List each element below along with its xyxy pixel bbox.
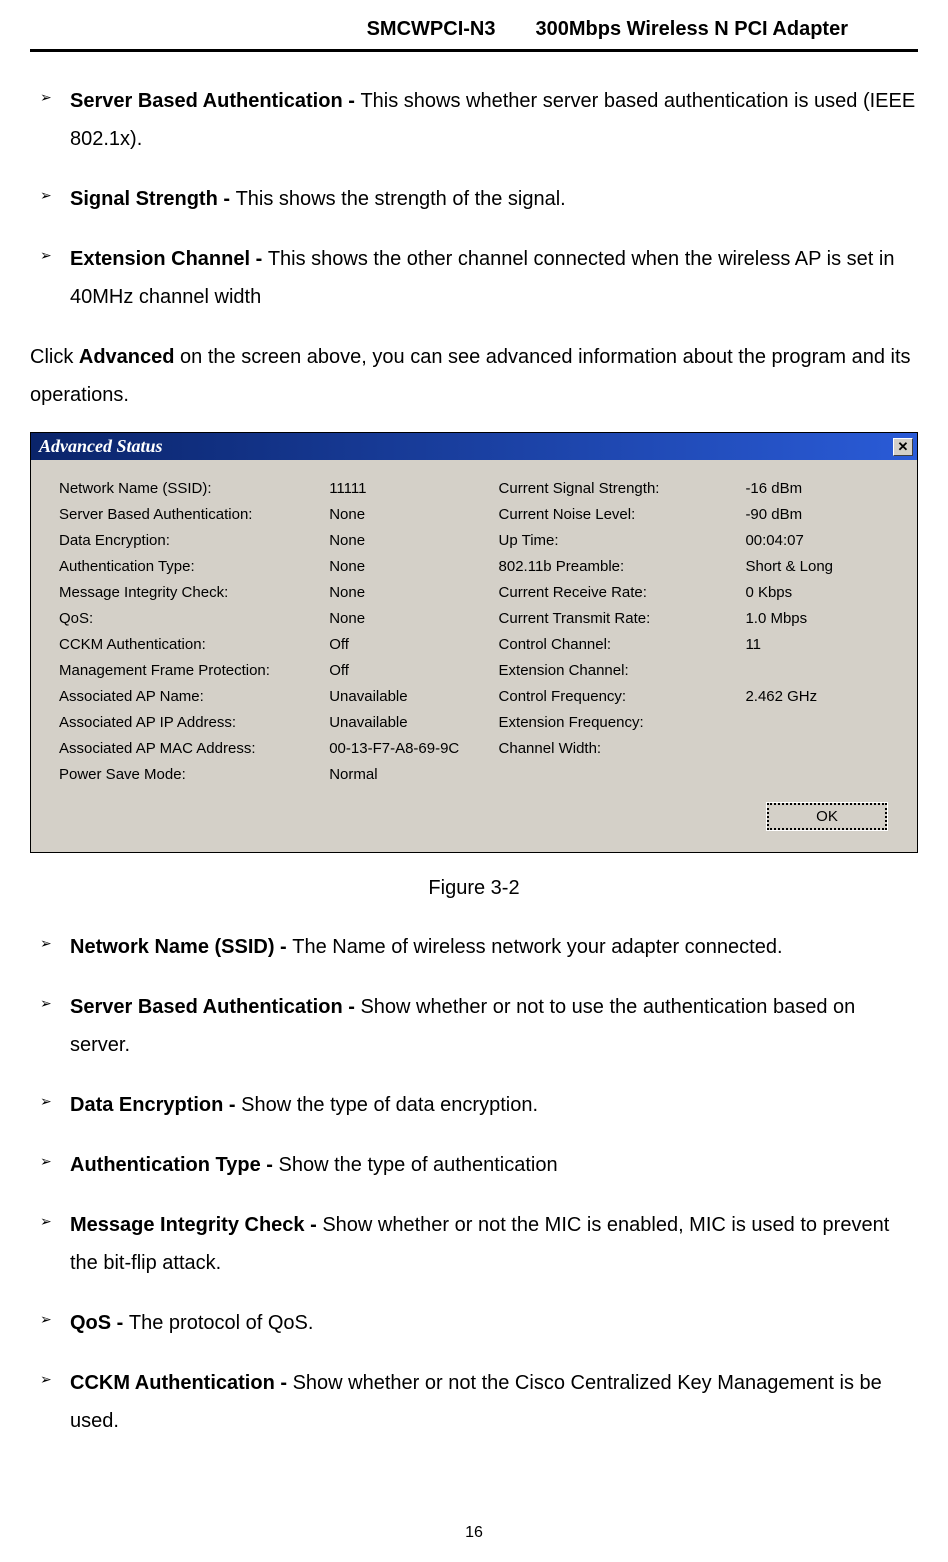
field-label: Server Based Authentication: bbox=[59, 506, 299, 523]
desc: This shows the strength of the signal. bbox=[236, 188, 566, 210]
term: Authentication Type - bbox=[70, 1154, 279, 1176]
field-label: Data Encryption: bbox=[59, 532, 299, 549]
field-value: Off bbox=[329, 662, 488, 679]
list-item: Signal Strength - This shows the strengt… bbox=[30, 180, 918, 218]
term: Extension Channel - bbox=[70, 248, 268, 270]
field-value: None bbox=[329, 610, 488, 627]
term: Server Based Authentication - bbox=[70, 996, 360, 1018]
field-value: 00-13-F7-A8-69-9C bbox=[329, 740, 488, 757]
field-label: Current Noise Level: bbox=[499, 506, 716, 523]
click-advanced-paragraph: Click Advanced on the screen above, you … bbox=[30, 338, 918, 414]
field-value: None bbox=[329, 558, 488, 575]
list-item: Server Based Authentication - Show wheth… bbox=[30, 988, 918, 1064]
page-header: SMCWPCI-N3 300Mbps Wireless N PCI Adapte… bbox=[30, 0, 918, 52]
term: Signal Strength - bbox=[70, 188, 236, 210]
field-label: Up Time: bbox=[499, 532, 716, 549]
field-value: -90 dBm bbox=[745, 506, 889, 523]
field-value: Unavailable bbox=[329, 688, 488, 705]
top-bullet-list: Server Based Authentication - This shows… bbox=[30, 82, 918, 316]
term: Server Based Authentication - bbox=[70, 90, 360, 112]
field-label: QoS: bbox=[59, 610, 299, 627]
header-model: SMCWPCI-N3 bbox=[367, 18, 496, 41]
advanced-status-dialog: Advanced Status ✕ Network Name (SSID): 11… bbox=[30, 432, 918, 853]
field-value: None bbox=[329, 506, 488, 523]
field-label: Extension Channel: bbox=[499, 662, 716, 679]
list-item: Extension Channel - This shows the other… bbox=[30, 240, 918, 316]
term: CCKM Authentication - bbox=[70, 1372, 293, 1394]
desc: The Name of wireless network your adapte… bbox=[292, 936, 782, 958]
dialog-footer: OK bbox=[31, 793, 917, 852]
field-value bbox=[745, 714, 889, 731]
page-number: 16 bbox=[0, 1524, 948, 1542]
desc: Show the type of data encryption. bbox=[241, 1094, 538, 1116]
term: Network Name (SSID) - bbox=[70, 936, 292, 958]
field-label: Associated AP Name: bbox=[59, 688, 299, 705]
header-product: 300Mbps Wireless N PCI Adapter bbox=[535, 18, 848, 41]
field-label: Channel Width: bbox=[499, 740, 716, 757]
field-label: Control Frequency: bbox=[499, 688, 716, 705]
list-item: Authentication Type - Show the type of a… bbox=[30, 1146, 918, 1184]
field-value: 11 bbox=[745, 636, 889, 653]
field-label: 802.11b Preamble: bbox=[499, 558, 716, 575]
right-column: Current Signal Strength: -16 dBm Current … bbox=[499, 480, 889, 783]
list-item: CCKM Authentication - Show whether or no… bbox=[30, 1364, 918, 1440]
field-label: Authentication Type: bbox=[59, 558, 299, 575]
close-icon[interactable]: ✕ bbox=[893, 438, 913, 456]
field-value bbox=[745, 740, 889, 757]
list-item: Data Encryption - Show the type of data … bbox=[30, 1086, 918, 1124]
field-label: Management Frame Protection: bbox=[59, 662, 299, 679]
field-value: 00:04:07 bbox=[745, 532, 889, 549]
field-value: Normal bbox=[329, 766, 488, 783]
field-label: Associated AP MAC Address: bbox=[59, 740, 299, 757]
field-label: Associated AP IP Address: bbox=[59, 714, 299, 731]
field-value: Unavailable bbox=[329, 714, 488, 731]
para-bold: Advanced bbox=[79, 346, 175, 368]
list-item: Network Name (SSID) - The Name of wirele… bbox=[30, 928, 918, 966]
figure-caption: Figure 3-2 bbox=[30, 877, 918, 900]
field-value: None bbox=[329, 532, 488, 549]
field-value: None bbox=[329, 584, 488, 601]
bottom-bullet-list: Network Name (SSID) - The Name of wirele… bbox=[30, 928, 918, 1440]
field-value: 11111 bbox=[329, 480, 488, 497]
field-label: Network Name (SSID): bbox=[59, 480, 299, 497]
term: QoS - bbox=[70, 1312, 129, 1334]
field-label: Current Signal Strength: bbox=[499, 480, 716, 497]
list-item: Server Based Authentication - This shows… bbox=[30, 82, 918, 158]
field-label: Extension Frequency: bbox=[499, 714, 716, 731]
left-column: Network Name (SSID): 11111 Server Based A… bbox=[59, 480, 489, 783]
field-label: Current Transmit Rate: bbox=[499, 610, 716, 627]
field-label: Control Channel: bbox=[499, 636, 716, 653]
term: Message Integrity Check - bbox=[70, 1214, 322, 1236]
field-value: 2.462 GHz bbox=[745, 688, 889, 705]
ok-button[interactable]: OK bbox=[767, 803, 887, 830]
field-value: 1.0 Mbps bbox=[745, 610, 889, 627]
dialog-body: Network Name (SSID): 11111 Server Based A… bbox=[31, 460, 917, 793]
field-value: Off bbox=[329, 636, 488, 653]
field-value: -16 dBm bbox=[745, 480, 889, 497]
field-value: Short & Long bbox=[745, 558, 889, 575]
dialog-title: Advanced Status bbox=[39, 436, 163, 457]
list-item: Message Integrity Check - Show whether o… bbox=[30, 1206, 918, 1282]
field-value: 0 Kbps bbox=[745, 584, 889, 601]
field-label: CCKM Authentication: bbox=[59, 636, 299, 653]
field-label: Current Receive Rate: bbox=[499, 584, 716, 601]
field-label: Power Save Mode: bbox=[59, 766, 299, 783]
list-item: QoS - The protocol of QoS. bbox=[30, 1304, 918, 1342]
dialog-titlebar: Advanced Status ✕ bbox=[31, 433, 917, 460]
para-prefix: Click bbox=[30, 346, 79, 368]
desc: The protocol of QoS. bbox=[129, 1312, 314, 1334]
desc: Show the type of authentication bbox=[279, 1154, 558, 1176]
field-label: Message Integrity Check: bbox=[59, 584, 299, 601]
term: Data Encryption - bbox=[70, 1094, 241, 1116]
field-value bbox=[745, 662, 889, 679]
